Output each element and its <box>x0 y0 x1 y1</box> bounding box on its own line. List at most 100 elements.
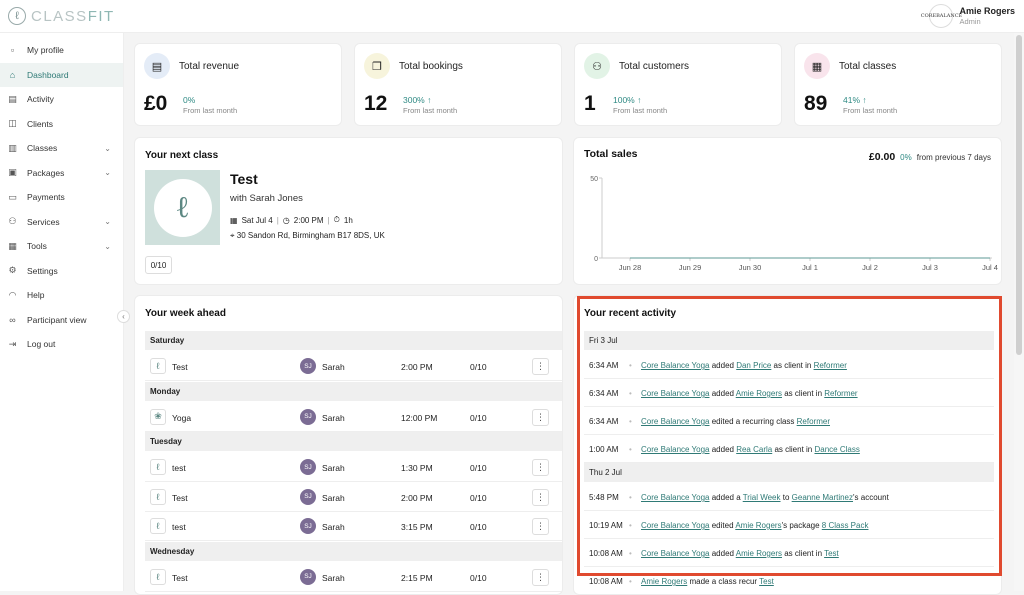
stat-value: £0 <box>144 92 168 115</box>
activity-text-part: added <box>709 445 737 454</box>
week-class-row[interactable]: ℓ test SJ Sarah 1:30 PM 0/10 ⋮ <box>145 453 562 482</box>
activity-link[interactable]: Core Balance Yoga <box>641 361 710 370</box>
x-tick-label: Jun 28 <box>619 263 642 272</box>
activity-link[interactable]: 8 Class Pack <box>822 521 869 530</box>
home-icon: ⌂ <box>9 69 16 80</box>
scrollbar-thumb[interactable] <box>1016 35 1022 355</box>
activity-link[interactable]: Reformer <box>824 389 857 398</box>
more-options-button[interactable]: ⋮ <box>532 568 549 586</box>
class-name[interactable]: test <box>172 463 186 473</box>
page-scrollbar[interactable] <box>1014 33 1024 591</box>
more-options-button[interactable]: ⋮ <box>532 408 549 426</box>
class-image[interactable]: ℓ <box>145 170 220 245</box>
sidebar-item-payments[interactable]: ▭ Payments <box>0 185 123 210</box>
activity-link[interactable]: Dan Price <box>736 361 771 370</box>
sidebar-item-classes[interactable]: ▥ Classes ⌄ <box>0 136 123 161</box>
class-address: 30 Sandon Rd, Birmingham B17 8DS, UK <box>236 231 385 240</box>
activity-link[interactable]: Geanne Martinez <box>792 493 853 502</box>
sidebar-item-services[interactable]: ⚇ Services ⌄ <box>0 210 123 235</box>
activity-link[interactable]: Amie Rogers <box>736 389 782 398</box>
customers-icon: ⚇ <box>584 53 610 79</box>
activity-link[interactable]: Core Balance Yoga <box>641 549 710 558</box>
sidebar-item-packages[interactable]: ▣ Packages ⌄ <box>0 161 123 186</box>
chevron-down-icon[interactable]: ⌄ <box>104 168 111 177</box>
activity-link[interactable]: Trial Week <box>743 493 781 502</box>
stat-card-total-bookings[interactable]: ❐ Total bookings 12 300% ↑ From last month <box>354 43 562 126</box>
week-day-header: Monday <box>145 381 562 401</box>
activity-link[interactable]: Reformer <box>797 417 830 426</box>
package-icon: ▣ <box>8 167 17 178</box>
class-name[interactable]: Test <box>230 171 258 187</box>
sidebar-item-clients[interactable]: ◫ Clients <box>0 112 123 137</box>
activity-text: Core Balance Yoga edited Amie Rogers's p… <box>641 521 868 530</box>
week-class-row[interactable]: ℓ Test SJ Sarah 2:15 PM 0/10 ⋮ <box>145 563 562 592</box>
sidebar-item-tools[interactable]: ▦ Tools ⌄ <box>0 234 123 259</box>
activity-link[interactable]: Amie Rogers <box>736 549 782 558</box>
sidebar-item-label: Help <box>27 290 45 301</box>
activity-time: 6:34 AM <box>589 417 619 426</box>
calendar-icon: ▦ <box>230 215 238 225</box>
activity-link[interactable]: Rea Carla <box>736 445 772 454</box>
collapse-sidebar-button[interactable]: ‹ <box>117 310 130 323</box>
more-options-button[interactable]: ⋮ <box>532 518 549 535</box>
sidebar-item-activity[interactable]: ▤ Activity <box>0 87 123 112</box>
activity-link[interactable]: Dance Class <box>814 445 859 454</box>
activity-link[interactable]: Core Balance Yoga <box>641 445 710 454</box>
clipboard-icon: ▤ <box>8 93 17 104</box>
activity-link[interactable]: Test <box>759 577 774 586</box>
more-options-button[interactable]: ⋮ <box>532 358 549 375</box>
activity-text: Core Balance Yoga added Amie Rogers as c… <box>641 549 839 558</box>
user-menu[interactable]: CORE BALANCE Amie Rogers Admin <box>921 4 1015 28</box>
week-heading: Your week ahead <box>145 308 226 319</box>
chevron-down-icon[interactable]: ⌄ <box>104 144 111 153</box>
class-name[interactable]: Test <box>172 362 188 372</box>
stat-card-total-classes[interactable]: ▦ Total classes 89 41% ↑ From last month <box>794 43 1002 126</box>
capacity-badge[interactable]: 0/10 <box>145 256 172 274</box>
activity-text: Core Balance Yoga added a Trial Week to … <box>641 493 889 502</box>
clients-icon: ◫ <box>8 118 17 129</box>
more-options-button[interactable]: ⋮ <box>532 459 549 476</box>
more-options-button[interactable]: ⋮ <box>532 488 549 506</box>
activity-text-part: as client in <box>771 361 814 370</box>
week-class-row[interactable]: ℓ Test SJ Sarah 2:00 PM 0/10 ⋮ <box>145 483 562 512</box>
chevron-down-icon[interactable]: ⌄ <box>104 242 111 251</box>
activity-link[interactable]: Amie Rogers <box>735 521 781 530</box>
class-capacity: 0/10 <box>470 572 487 583</box>
sidebar-item-help[interactable]: ◠ Help <box>0 283 123 308</box>
week-class-row[interactable]: ❀ Yoga SJ Sarah 12:00 PM 0/10 ⋮ <box>145 403 562 432</box>
activity-time: 5:48 PM <box>589 493 619 502</box>
activity-row: 1:00 AM • Core Balance Yoga added Rea Carl… <box>584 435 994 463</box>
stat-card-total-revenue[interactable]: ▤ Total revenue £0 0% From last month <box>134 43 342 126</box>
activity-link[interactable]: Core Balance Yoga <box>641 389 710 398</box>
week-class-row[interactable]: ℓ test SJ Sarah 3:15 PM 0/10 ⋮ <box>145 512 562 541</box>
class-name[interactable]: Yoga <box>172 413 191 423</box>
activity-link[interactable]: Core Balance Yoga <box>641 417 710 426</box>
stat-sub: From last month <box>613 106 668 115</box>
stat-sub: From last month <box>843 106 898 115</box>
sidebar-item-label: Settings <box>27 265 58 276</box>
activity-text-part: as client in <box>782 549 825 558</box>
activity-link[interactable]: Core Balance Yoga <box>641 521 710 530</box>
stat-label: Total bookings <box>399 61 463 72</box>
sidebar-item-settings[interactable]: ⚙ Settings <box>0 259 123 284</box>
activity-link[interactable]: Test <box>824 549 839 558</box>
sidebar-item-log-out[interactable]: ⇥ Log out <box>0 332 123 357</box>
activity-row: 10:08 AM • Core Balance Yoga added Amie Ro… <box>584 539 994 567</box>
activity-text-part: made a class recur <box>687 577 760 586</box>
class-name[interactable]: test <box>172 522 186 532</box>
sidebar-item-my-profile[interactable]: ▫ My profile <box>0 38 123 63</box>
class-name[interactable]: Test <box>172 573 188 583</box>
stat-card-total-customers[interactable]: ⚇ Total customers 1 100% ↑ From last month <box>574 43 782 126</box>
activity-link[interactable]: Reformer <box>814 361 847 370</box>
next-class-heading: Your next class <box>145 150 219 161</box>
chevron-down-icon[interactable]: ⌄ <box>104 217 111 226</box>
week-class-row[interactable]: ℓ Test SJ Sarah 2:00 PM 0/10 ⋮ <box>145 352 562 381</box>
app-logo[interactable]: ℓ CLASSFIT <box>8 7 115 25</box>
trainer-name: Sarah <box>322 522 345 532</box>
activity-link[interactable]: Core Balance Yoga <box>641 493 710 502</box>
sidebar-item-participant-view[interactable]: ∞ Participant view <box>0 308 123 333</box>
sidebar-item-dashboard[interactable]: ⌂ Dashboard <box>0 62 123 87</box>
bullet-icon: • <box>629 521 632 530</box>
class-name[interactable]: Test <box>172 493 188 503</box>
activity-link[interactable]: Amie Rogers <box>641 577 687 586</box>
